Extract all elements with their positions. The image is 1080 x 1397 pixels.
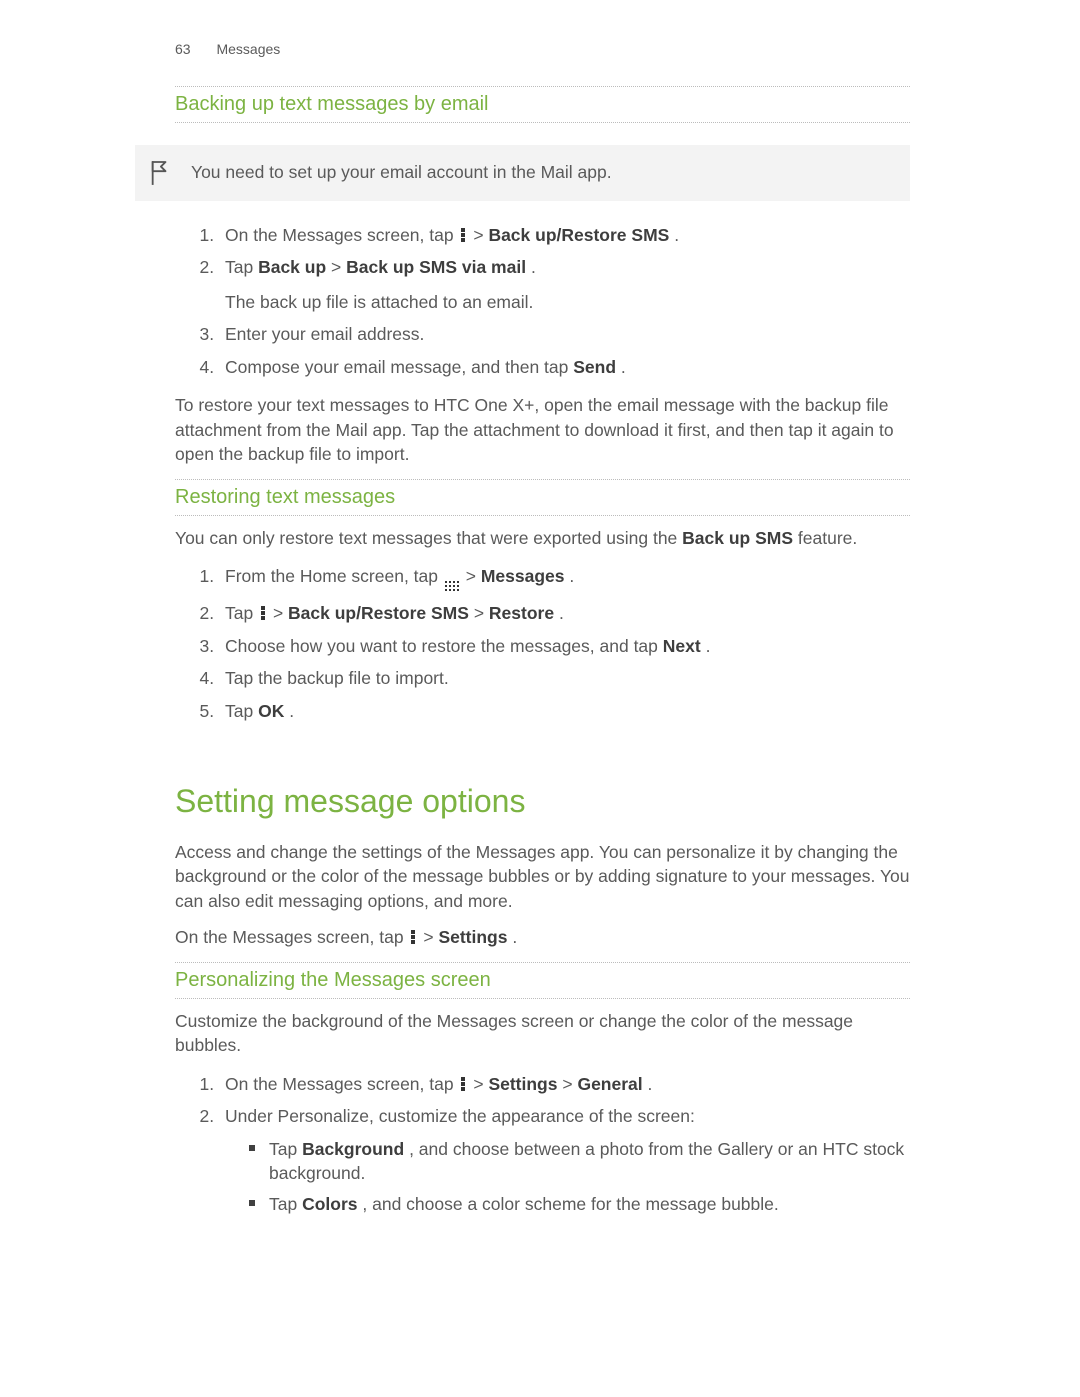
ui-label: Back up (258, 257, 326, 277)
step-text: . (706, 636, 711, 656)
heading-setting-options: Setting message options (175, 779, 910, 824)
ui-label: Next (663, 636, 701, 656)
step-subtext: The back up file is attached to an email… (225, 290, 910, 315)
text: Tap (269, 1139, 302, 1159)
paragraph: Customize the background of the Messages… (175, 1009, 910, 1058)
step-text: . (569, 566, 574, 586)
step-text: Tap (225, 701, 258, 721)
steps-backup-email: On the Messages screen, tap > Back up/Re… (175, 223, 910, 380)
text: > (423, 927, 438, 947)
note-text: You need to set up your email account in… (191, 160, 612, 185)
step-text: Tap (225, 257, 258, 277)
text: Tap (269, 1194, 302, 1214)
step-text: > (474, 603, 489, 623)
step-text: Under Personalize, customize the appeara… (225, 1106, 695, 1126)
step-text: . (674, 225, 679, 245)
step-text: From the Home screen, tap (225, 566, 443, 586)
step-text: . (648, 1074, 653, 1094)
steps-personalizing: On the Messages screen, tap > Settings >… (175, 1072, 910, 1217)
step-text: . (289, 701, 294, 721)
header-section: Messages (216, 41, 280, 57)
step-text: . (559, 603, 564, 623)
ui-label: Send (573, 357, 616, 377)
step-text: > (562, 1074, 577, 1094)
text: , and choose a color scheme for the mess… (362, 1194, 778, 1214)
step-text: Choose how you want to restore the messa… (225, 636, 663, 656)
list-item: On the Messages screen, tap > Back up/Re… (219, 223, 910, 248)
overflow-menu-icon (460, 1077, 466, 1091)
ui-label: Settings (438, 927, 507, 947)
step-text: > (473, 225, 488, 245)
text: On the Messages screen, tap (175, 927, 408, 947)
paragraph: You can only restore text messages that … (175, 526, 910, 551)
ui-label: Back up SMS (682, 528, 793, 548)
overflow-menu-icon (410, 930, 416, 944)
list-item: Tap Colors , and choose a color scheme f… (265, 1192, 910, 1217)
ui-label: Restore (489, 603, 554, 623)
step-text: > (331, 257, 346, 277)
ui-label: Background (302, 1139, 404, 1159)
ui-label: Colors (302, 1194, 357, 1214)
text: You can only restore text messages that … (175, 528, 682, 548)
section-title-personalizing: Personalizing the Messages screen (175, 962, 910, 999)
ui-label: Back up/Restore SMS (288, 603, 469, 623)
list-item: Tap the backup file to import. (219, 666, 910, 691)
steps-restoring: From the Home screen, tap > Messages . T… (175, 564, 910, 723)
list-item: Compose your email message, and then tap… (219, 355, 910, 380)
list-item: Tap Background , and choose between a ph… (265, 1137, 910, 1186)
list-item: Tap OK . (219, 699, 910, 724)
document-page: 63 Messages Backing up text messages by … (0, 0, 1080, 1397)
ui-label: General (577, 1074, 642, 1094)
paragraph: Access and change the settings of the Me… (175, 840, 910, 914)
section-title-restoring: Restoring text messages (175, 479, 910, 516)
text: feature. (798, 528, 857, 548)
section-title-backup-email: Backing up text messages by email (175, 86, 910, 123)
ui-label: Back up SMS via mail (346, 257, 526, 277)
step-text: On the Messages screen, tap (225, 225, 458, 245)
text: . (512, 927, 517, 947)
page-number: 63 (175, 41, 191, 57)
page-header: 63 Messages (175, 40, 910, 60)
step-text: Tap (225, 603, 258, 623)
list-item: From the Home screen, tap > Messages . (219, 564, 910, 593)
sub-bullets: Tap Background , and choose between a ph… (225, 1137, 910, 1217)
paragraph: On the Messages screen, tap > Settings . (175, 925, 910, 950)
note-box: You need to set up your email account in… (135, 145, 910, 201)
flag-icon (149, 159, 177, 187)
list-item: Tap Back up > Back up SMS via mail . The… (219, 255, 910, 314)
paragraph: To restore your text messages to HTC One… (175, 393, 910, 467)
ui-label: OK (258, 701, 284, 721)
step-text: On the Messages screen, tap (225, 1074, 458, 1094)
step-text: . (531, 257, 536, 277)
list-item: On the Messages screen, tap > Settings >… (219, 1072, 910, 1097)
list-item: Under Personalize, customize the appeara… (219, 1104, 910, 1216)
list-item: Enter your email address. (219, 322, 910, 347)
ui-label: Messages (481, 566, 565, 586)
step-text: . (621, 357, 626, 377)
step-text: Compose your email message, and then tap (225, 357, 573, 377)
list-item: Choose how you want to restore the messa… (219, 634, 910, 659)
overflow-menu-icon (260, 606, 266, 620)
step-text: > (273, 603, 288, 623)
ui-label: Back up/Restore SMS (488, 225, 669, 245)
step-text: > (473, 1074, 488, 1094)
apps-grid-icon (445, 581, 459, 593)
ui-label: Settings (488, 1074, 557, 1094)
overflow-menu-icon (460, 228, 466, 242)
step-text: > (466, 566, 481, 586)
list-item: Tap > Back up/Restore SMS > Restore . (219, 601, 910, 626)
